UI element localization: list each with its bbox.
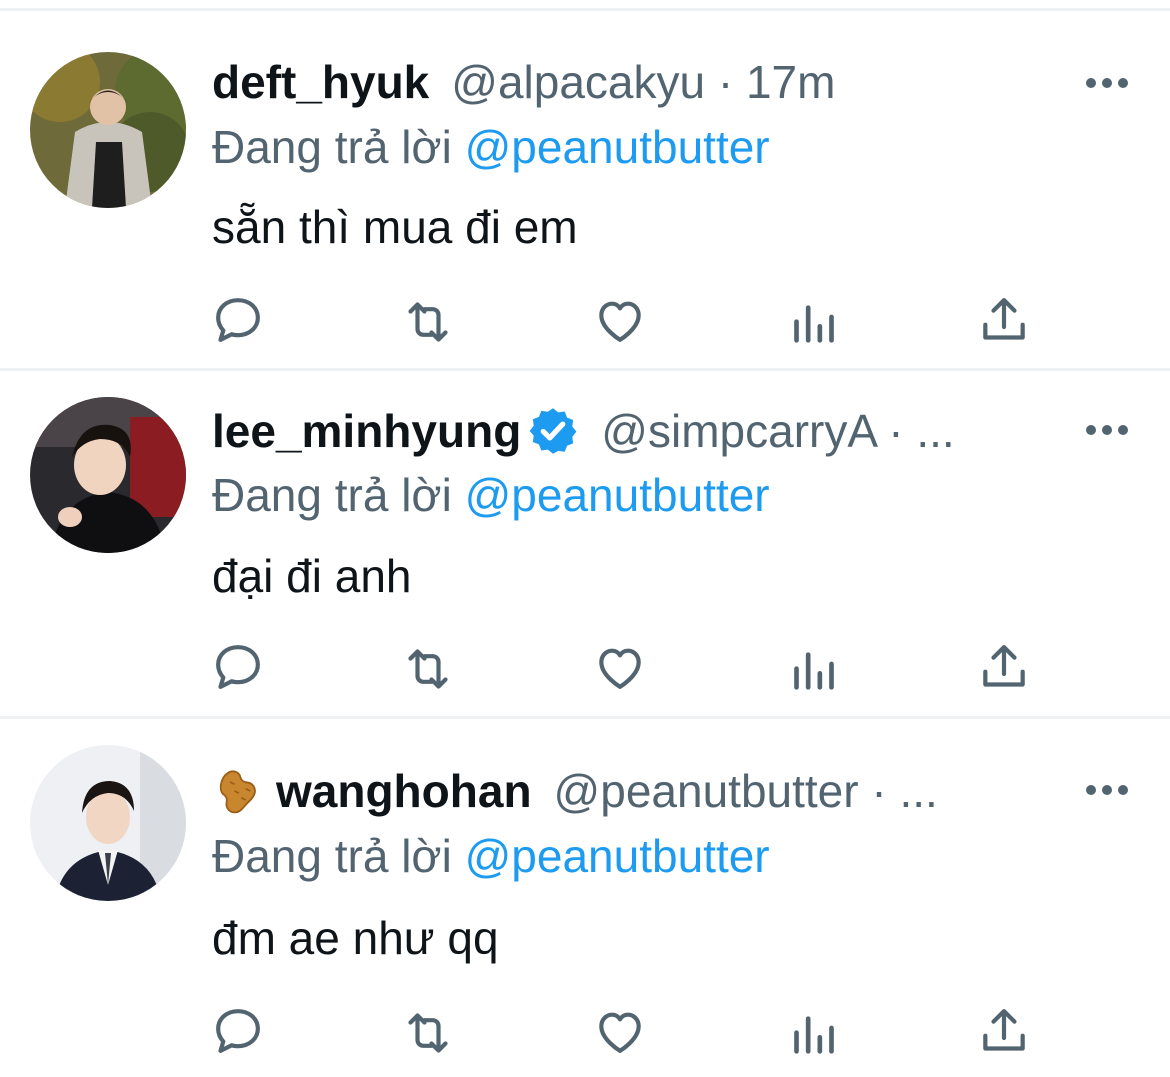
retweet-icon[interactable] <box>400 294 456 350</box>
tweet-1[interactable]: deft_hyuk @alpacakyu · 17m Đang trả lời … <box>0 0 1170 368</box>
avatar[interactable] <box>30 397 186 553</box>
tweet-header: lee_minhyung @simpcarryA · ... <box>212 399 955 463</box>
replying-to: Đang trả lời @peanutbutter <box>212 829 770 883</box>
tweet-header: deft_hyuk @alpacakyu · 17m <box>212 50 835 114</box>
reply-mention-link[interactable]: @peanutbutter <box>465 469 770 521</box>
analytics-icon[interactable] <box>786 296 842 352</box>
more-icon[interactable] <box>1086 781 1130 801</box>
reply-icon[interactable] <box>210 639 266 695</box>
handle-and-time[interactable]: @simpcarryA · ... <box>601 404 954 458</box>
tweet-3[interactable]: wanghohan @peanutbutter · ... Đang trả l… <box>0 719 1170 1077</box>
reply-prefix: Đang trả lời <box>212 469 452 521</box>
share-icon[interactable] <box>976 639 1032 695</box>
display-name[interactable]: wanghohan <box>276 764 532 818</box>
reply-icon[interactable] <box>210 1003 266 1059</box>
more-icon[interactable] <box>1086 421 1130 441</box>
handle-and-time[interactable]: @peanutbutter · ... <box>554 764 938 818</box>
share-icon[interactable] <box>976 1003 1032 1059</box>
tweet-text: sẵn thì mua đi em <box>212 201 578 253</box>
like-icon[interactable] <box>592 292 648 348</box>
verified-badge-icon <box>527 405 579 457</box>
tweet-text: đm ae như qq <box>212 912 499 964</box>
avatar[interactable] <box>30 745 186 901</box>
reply-mention-link[interactable]: @peanutbutter <box>465 830 770 882</box>
reply-icon[interactable] <box>210 292 266 348</box>
like-icon[interactable] <box>592 639 648 695</box>
like-icon[interactable] <box>592 1003 648 1059</box>
analytics-icon[interactable] <box>786 1007 842 1063</box>
display-name[interactable]: deft_hyuk <box>212 55 429 109</box>
reply-prefix: Đang trả lời <box>212 121 452 173</box>
more-icon[interactable] <box>1086 74 1130 94</box>
retweet-icon[interactable] <box>400 641 456 697</box>
reply-mention-link[interactable]: @peanutbutter <box>465 121 770 173</box>
display-name[interactable]: lee_minhyung <box>212 404 521 458</box>
tweet-2[interactable]: lee_minhyung @simpcarryA · ... Đang trả … <box>0 371 1170 716</box>
analytics-icon[interactable] <box>786 643 842 699</box>
avatar[interactable] <box>30 52 186 208</box>
reply-prefix: Đang trả lời <box>212 830 452 882</box>
replying-to: Đang trả lời @peanutbutter <box>212 120 770 174</box>
share-icon[interactable] <box>976 292 1032 348</box>
retweet-icon[interactable] <box>400 1005 456 1061</box>
peanut-emoji-icon <box>212 764 266 818</box>
replying-to: Đang trả lời @peanutbutter <box>212 468 770 522</box>
tweet-header: wanghohan @peanutbutter · ... <box>212 759 938 823</box>
handle-and-time[interactable]: @alpacakyu · 17m <box>451 55 835 109</box>
tweet-text: đại đi anh <box>212 550 412 602</box>
